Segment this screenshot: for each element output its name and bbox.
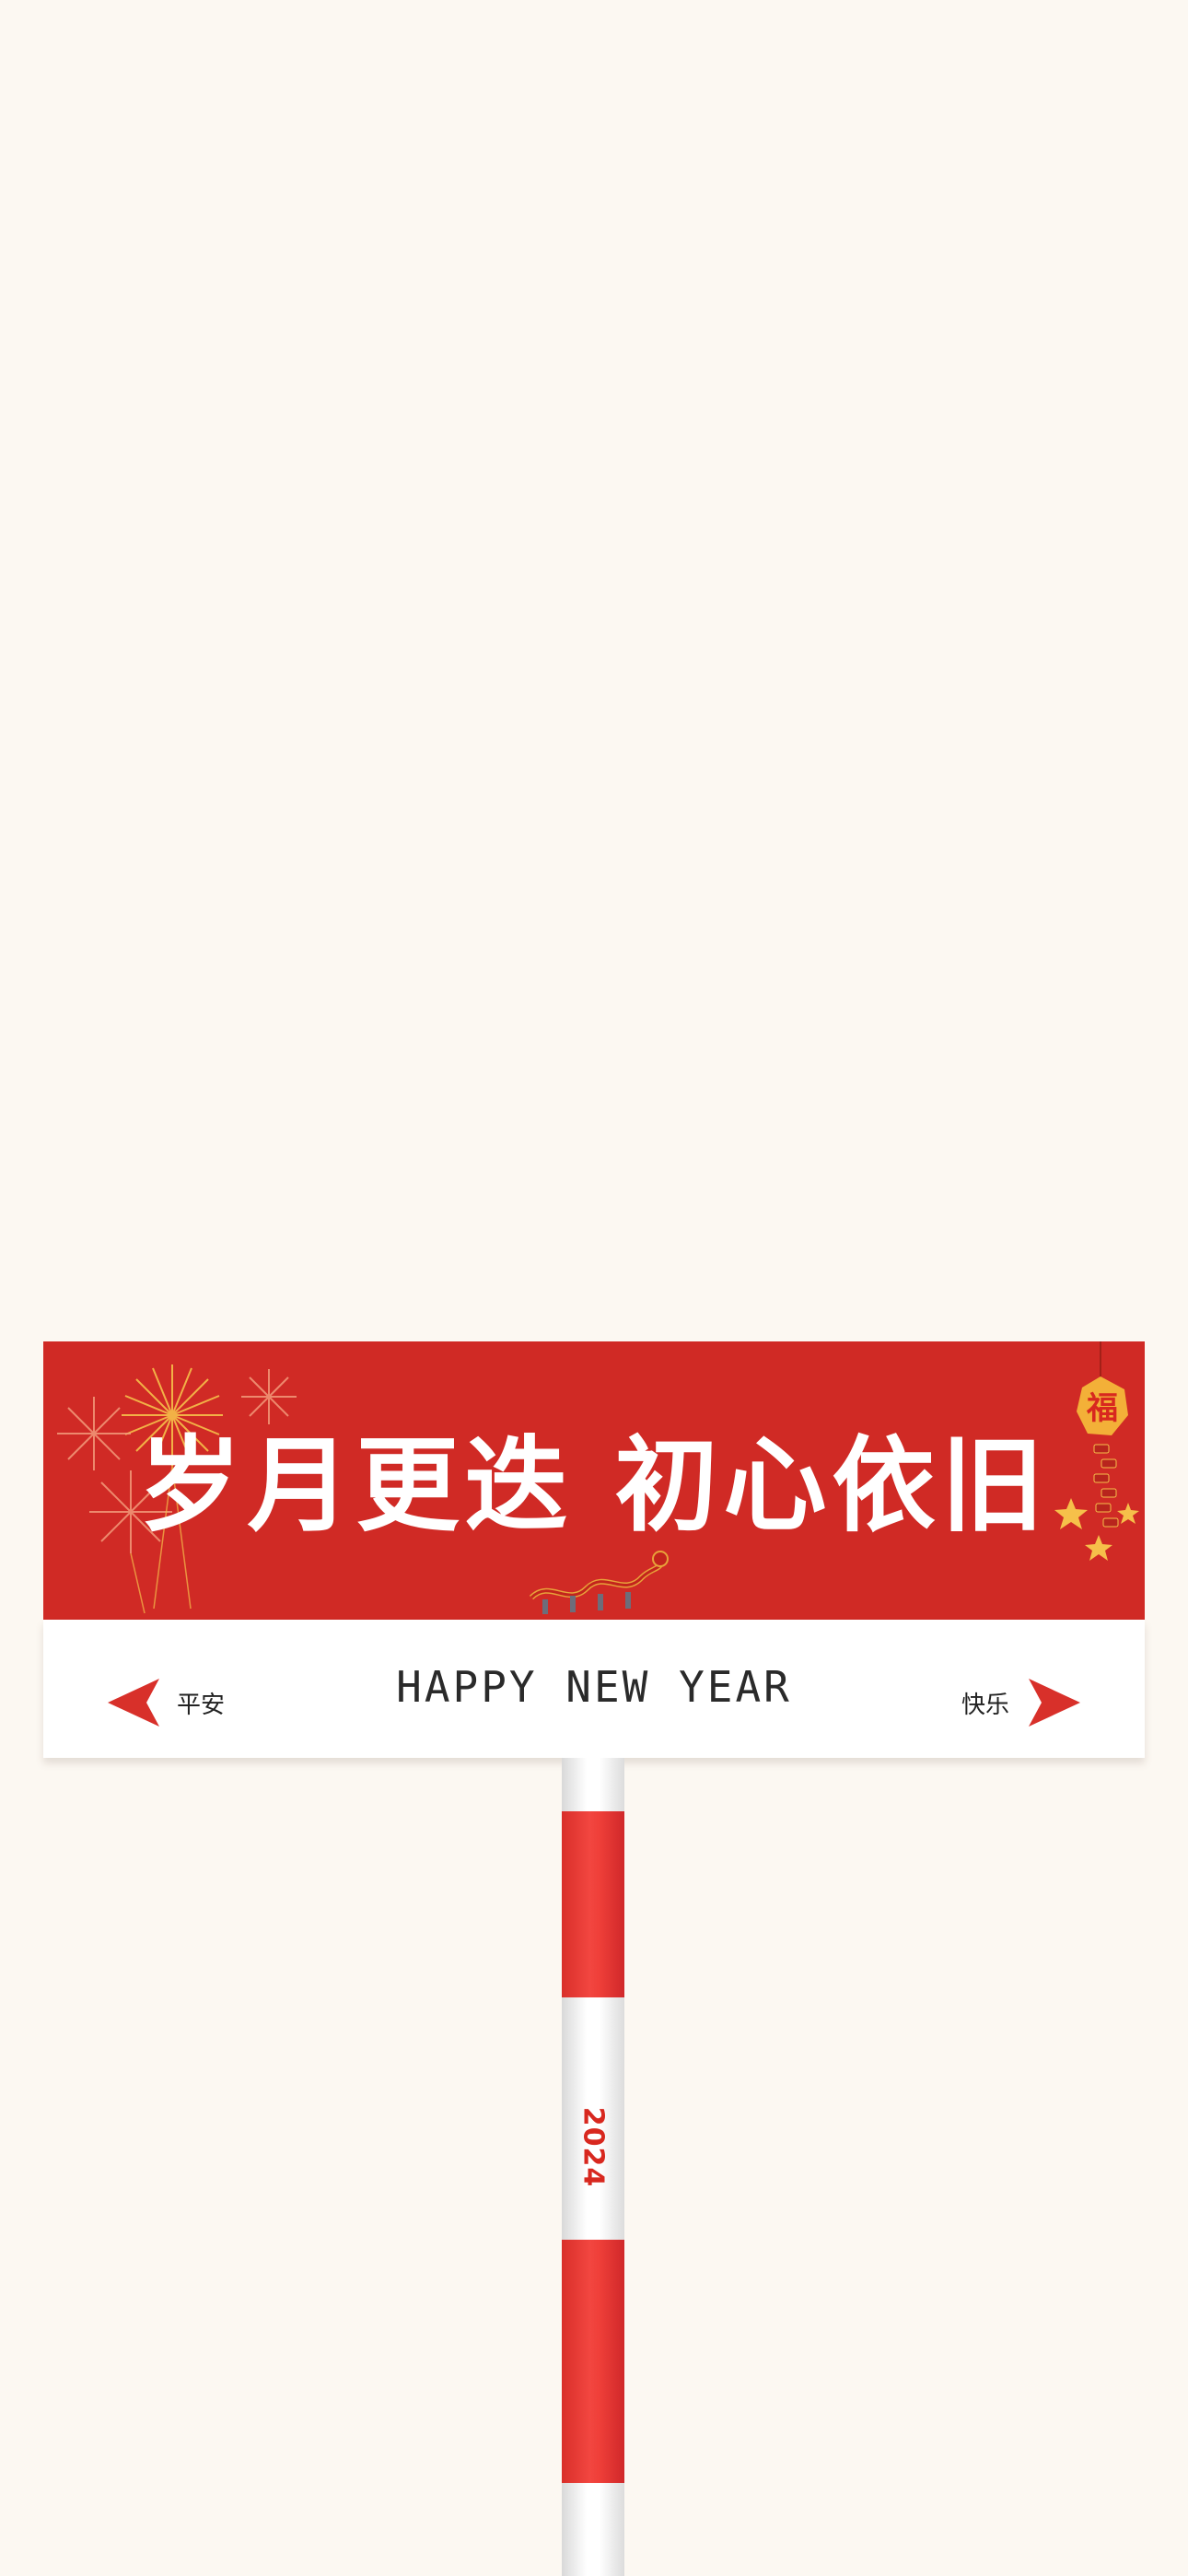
pole-red-stripe — [562, 2240, 624, 2483]
dragon-dance-icon — [529, 1551, 669, 1614]
fu-character: 福 — [1086, 1390, 1118, 1427]
right-direction-label: 快乐 — [961, 1692, 1009, 1719]
triangle-right-icon — [1029, 1679, 1080, 1727]
signboard: 福 岁月更迭 初心依旧 平安 HAPPY NEW YEAR 快乐 — [43, 1341, 1145, 1758]
year-label: 2024 — [577, 2106, 610, 2188]
signpost-pole: 2024 — [562, 1758, 624, 2576]
sign-white-panel: 平安 HAPPY NEW YEAR 快乐 — [43, 1620, 1145, 1758]
pole-red-stripe — [562, 1811, 624, 1997]
sign-red-panel: 福 岁月更迭 初心依旧 — [43, 1341, 1145, 1620]
headline: 岁月更迭 初心依旧 — [138, 1426, 1050, 1546]
